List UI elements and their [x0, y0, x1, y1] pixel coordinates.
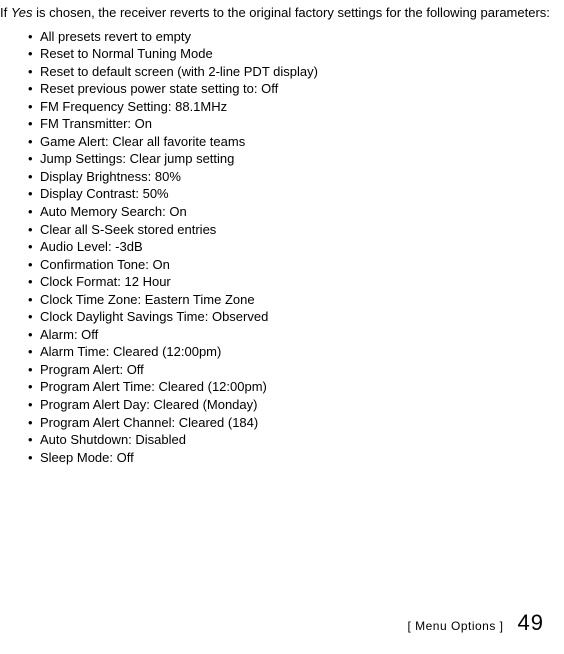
list-item: Reset previous power state setting to: O…	[28, 80, 556, 98]
intro-paragraph: If Yes is chosen, the receiver reverts t…	[0, 4, 556, 22]
list-item: All presets revert to empty	[28, 28, 556, 46]
list-item: Clock Time Zone: Eastern Time Zone	[28, 291, 556, 309]
list-item: Game Alert: Clear all favorite teams	[28, 133, 556, 151]
list-item: Program Alert Day: Cleared (Monday)	[28, 396, 556, 414]
list-item: Auto Shutdown: Disabled	[28, 431, 556, 449]
footer-section-label: [ Menu Options ]	[407, 619, 503, 633]
list-item: Clock Format: 12 Hour	[28, 273, 556, 291]
list-item: Confirmation Tone: On	[28, 256, 556, 274]
list-item: Reset to default screen (with 2-line PDT…	[28, 63, 556, 81]
list-item: Sleep Mode: Off	[28, 449, 556, 467]
list-item: Program Alert: Off	[28, 361, 556, 379]
intro-yes: Yes	[11, 5, 33, 20]
list-item: Jump Settings: Clear jump setting	[28, 150, 556, 168]
list-item: FM Transmitter: On	[28, 115, 556, 133]
list-item: Display Brightness: 80%	[28, 168, 556, 186]
list-item: Clear all S-Seek stored entries	[28, 221, 556, 239]
intro-rest: is chosen, the receiver reverts to the o…	[33, 5, 550, 20]
list-item: Auto Memory Search: On	[28, 203, 556, 221]
footer-page-number: 49	[518, 610, 544, 636]
list-item: Reset to Normal Tuning Mode	[28, 45, 556, 63]
list-item: Audio Level: -3dB	[28, 238, 556, 256]
page-footer: [ Menu Options ] 49	[407, 610, 544, 636]
list-item: FM Frequency Setting: 88.1MHz	[28, 98, 556, 116]
list-item: Alarm: Off	[28, 326, 556, 344]
list-item: Clock Daylight Savings Time: Observed	[28, 308, 556, 326]
list-item: Display Contrast: 50%	[28, 185, 556, 203]
intro-prefix: If	[0, 5, 11, 20]
list-item: Alarm Time: Cleared (12:00pm)	[28, 343, 556, 361]
parameter-list: All presets revert to empty Reset to Nor…	[0, 28, 556, 467]
list-item: Program Alert Channel: Cleared (184)	[28, 414, 556, 432]
list-item: Program Alert Time: Cleared (12:00pm)	[28, 378, 556, 396]
